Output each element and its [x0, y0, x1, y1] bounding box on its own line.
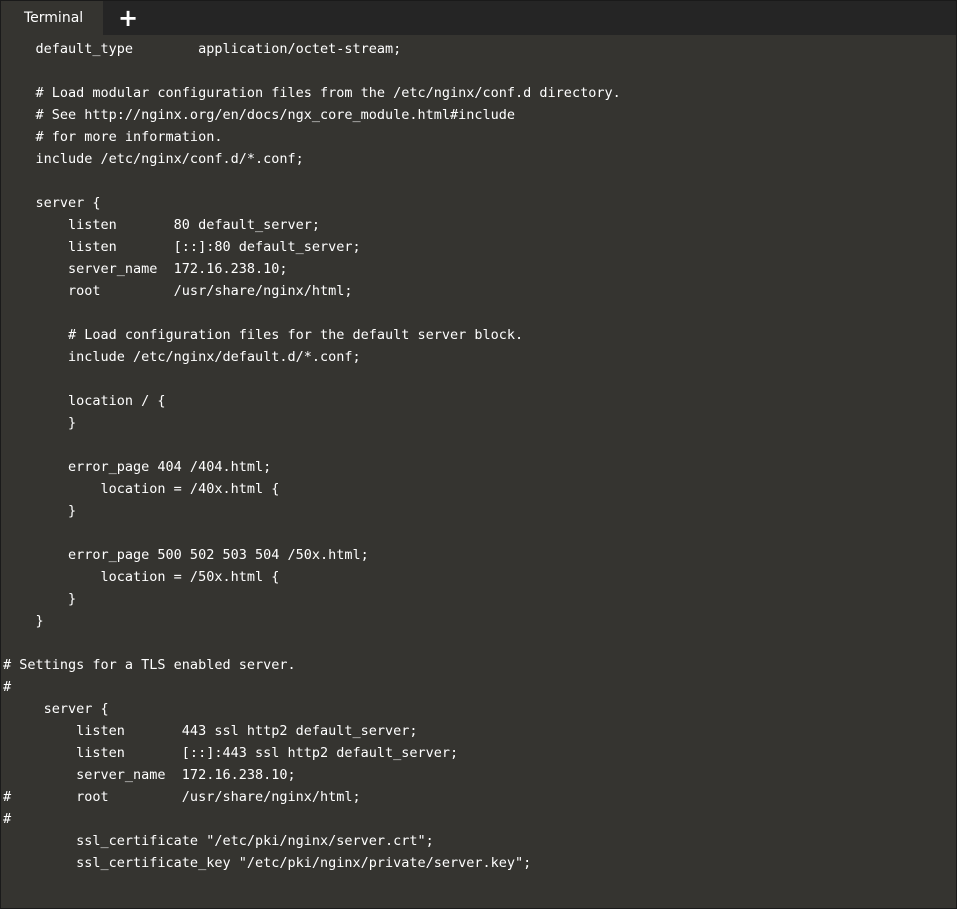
terminal-output[interactable]: default_type application/octet-stream; #… — [1, 38, 956, 874]
terminal-line: # — [3, 811, 12, 827]
terminal-line: error_page 500 502 503 504 /50x.html; — [3, 547, 369, 563]
terminal-window: Terminal + default_type application/octe… — [0, 0, 957, 909]
tab-bar: Terminal + — [1, 1, 956, 35]
terminal-line: # — [3, 679, 12, 695]
terminal-line: } — [3, 503, 77, 519]
terminal-line: ssl_certificate "/etc/pki/nginx/server.c… — [3, 833, 434, 849]
terminal-line: # See http://nginx.org/en/docs/ngx_core_… — [3, 107, 516, 123]
terminal-line: # for more information. — [3, 129, 223, 145]
terminal-line: } — [3, 591, 77, 607]
new-tab-button[interactable]: + — [111, 1, 145, 35]
terminal-line: listen [::]:443 ssl http2 default_server… — [3, 745, 459, 761]
terminal-line: location = /40x.html { — [3, 481, 280, 497]
terminal-line: include /etc/nginx/conf.d/*.conf; — [3, 151, 304, 167]
terminal-line: error_page 404 /404.html; — [3, 459, 272, 475]
terminal-line: listen [::]:80 default_server; — [3, 239, 361, 255]
terminal-line: location = /50x.html { — [3, 569, 280, 585]
terminal-line: root /usr/share/nginx/html; — [3, 283, 353, 299]
plus-icon: + — [117, 4, 139, 32]
terminal-line: listen 443 ssl http2 default_server; — [3, 723, 418, 739]
terminal-line: } — [3, 613, 44, 629]
terminal-line: server { — [3, 195, 101, 211]
terminal-line: # Load modular configuration files from … — [3, 85, 621, 101]
terminal-line: default_type application/octet-stream; — [3, 41, 402, 57]
terminal-line: # Load configuration files for the defau… — [3, 327, 524, 343]
terminal-line: ssl_certificate_key "/etc/pki/nginx/priv… — [3, 855, 532, 871]
terminal-line: # Settings for a TLS enabled server. — [3, 657, 296, 673]
terminal-line: server_name 172.16.238.10; — [3, 767, 296, 783]
terminal-line: listen 80 default_server; — [3, 217, 320, 233]
terminal-line: server { — [3, 701, 109, 717]
tab-terminal[interactable]: Terminal — [1, 1, 103, 35]
terminal-line: include /etc/nginx/default.d/*.conf; — [3, 349, 361, 365]
terminal-line: # root /usr/share/nginx/html; — [3, 789, 361, 805]
terminal-line: server_name 172.16.238.10; — [3, 261, 288, 277]
terminal-line: location / { — [3, 393, 166, 409]
tab-terminal-label: Terminal — [24, 10, 84, 26]
terminal-line: } — [3, 415, 77, 431]
terminal-body[interactable]: default_type application/octet-stream; #… — [1, 38, 956, 908]
